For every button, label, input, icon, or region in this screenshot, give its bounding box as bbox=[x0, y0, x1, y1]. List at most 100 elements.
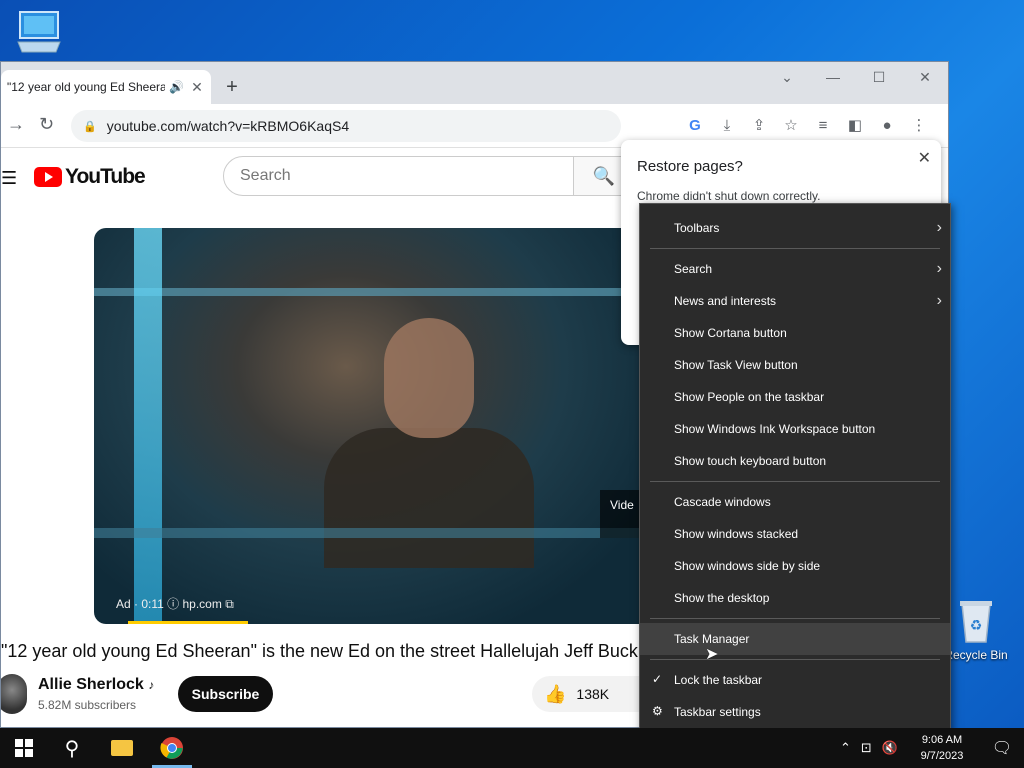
menu-item-cascade-windows[interactable]: Cascade windows bbox=[640, 486, 950, 518]
chevron-up-icon[interactable]: ⌃ bbox=[840, 740, 851, 756]
menu-separator bbox=[650, 248, 940, 249]
file-explorer-icon[interactable] bbox=[98, 728, 146, 768]
profile-icon[interactable]: ● bbox=[875, 112, 899, 138]
menu-item-show-touch-keyboard[interactable]: Show touch keyboard button bbox=[640, 445, 950, 477]
external-link-icon: ⧉ bbox=[225, 597, 234, 611]
taskbar-clock[interactable]: 9:06 AM 9/7/2023 bbox=[912, 732, 972, 764]
chevron-right-icon: › bbox=[936, 219, 942, 236]
menu-item-show-ink-workspace[interactable]: Show Windows Ink Workspace button bbox=[640, 413, 950, 445]
video-frame-shelf bbox=[94, 288, 654, 296]
channel-avatar[interactable] bbox=[1, 674, 27, 714]
media-control-icon[interactable]: ≡ bbox=[811, 112, 835, 138]
search-placeholder: Search bbox=[240, 167, 291, 184]
thumbs-up-icon: 👍 bbox=[544, 683, 567, 704]
network-icon[interactable]: ⊡ bbox=[861, 740, 872, 756]
install-icon[interactable]: ⤓ bbox=[715, 112, 739, 138]
window-controls: ⌄ — ☐ ✕ bbox=[764, 62, 948, 92]
speaker-icon[interactable]: 🔊 bbox=[169, 80, 185, 94]
chevron-right-icon: › bbox=[936, 260, 942, 277]
video-frame-person bbox=[324, 428, 534, 568]
subscriber-count: 5.82M subscribers bbox=[38, 698, 137, 712]
ad-domain-link[interactable]: hp.com bbox=[183, 597, 222, 611]
channel-row: Allie Sherlock ♪ 5.82M subscribers Subsc… bbox=[1, 672, 642, 716]
menu-item-show-people[interactable]: Show People on the taskbar bbox=[640, 381, 950, 413]
mouse-cursor-icon: ➤ bbox=[705, 646, 719, 663]
video-frame-shelf-lower bbox=[94, 528, 654, 538]
restore-dialog-title: Restore pages? bbox=[637, 158, 743, 175]
menu-item-windows-side-by-side[interactable]: Show windows side by side bbox=[640, 550, 950, 582]
menu-separator bbox=[650, 618, 940, 619]
tab-bar: "12 year old young Ed Sheeran" 🔊 ✕ + ⌄ —… bbox=[1, 62, 948, 104]
windows-logo-icon bbox=[15, 739, 33, 757]
taskbar: ⚲ ⌃ ⊡ 🔇 9:06 AM 9/7/2023 🗨 bbox=[0, 728, 1024, 768]
gear-icon: ⚙ bbox=[652, 704, 663, 718]
youtube-play-icon bbox=[34, 167, 62, 187]
google-icon[interactable]: G bbox=[683, 112, 707, 138]
ad-label: Ad · 0:11 bbox=[116, 597, 164, 611]
bookmark-star-icon[interactable]: ☆ bbox=[779, 112, 803, 138]
search-icon: 🔍 bbox=[592, 165, 616, 186]
youtube-logo[interactable]: YouTube bbox=[34, 165, 146, 189]
ad-progress-bar[interactable] bbox=[128, 621, 248, 624]
url-text: youtube.com/watch?v=kRBMO6KaqS4 bbox=[106, 118, 350, 134]
restore-dialog-message: Chrome didn't shut down correctly. bbox=[637, 189, 821, 203]
lock-icon[interactable]: 🔒 bbox=[83, 120, 97, 133]
tab-search-icon[interactable]: ⌄ bbox=[764, 62, 810, 92]
restore-dialog-close-icon[interactable]: ✕ bbox=[918, 148, 931, 168]
video-frame-light bbox=[134, 228, 162, 624]
skip-ad-button[interactable]: Vide bbox=[600, 490, 640, 538]
info-icon[interactable]: ⓘ bbox=[167, 597, 182, 611]
system-tray: ⌃ ⊡ 🔇 bbox=[840, 728, 898, 768]
checkmark-icon: ✓ bbox=[652, 672, 663, 686]
clock-time: 9:06 AM bbox=[921, 734, 963, 746]
chevron-right-icon: › bbox=[936, 292, 942, 309]
clock-date: 9/7/2023 bbox=[920, 750, 964, 762]
address-bar[interactable]: 🔒 youtube.com/watch?v=kRBMO6KaqS4 bbox=[71, 110, 621, 142]
video-title: "12 year old young Ed Sheeran" is the ne… bbox=[1, 641, 661, 661]
reload-icon[interactable]: ↻ bbox=[39, 114, 54, 135]
video-player[interactable]: Vide Ad · 0:11 ⓘ hp.com ⧉ bbox=[94, 228, 654, 624]
menu-item-lock-taskbar[interactable]: ✓ Lock the taskbar bbox=[640, 664, 950, 696]
menu-item-search[interactable]: Search › bbox=[640, 253, 950, 285]
video-frame-face bbox=[384, 318, 474, 438]
menu-item-show-task-view[interactable]: Show Task View button bbox=[640, 349, 950, 381]
menu-separator bbox=[650, 481, 940, 482]
menu-kebab-icon[interactable]: ⋮ bbox=[907, 112, 931, 138]
menu-item-toolbars[interactable]: Toolbars › bbox=[640, 212, 950, 244]
subscribe-button[interactable]: Subscribe bbox=[178, 676, 273, 712]
search-taskbar-icon[interactable]: ⚲ bbox=[48, 728, 96, 768]
menu-item-show-desktop[interactable]: Show the desktop bbox=[640, 582, 950, 614]
taskbar-context-menu: Toolbars › Search › News and interests › Sh… bbox=[639, 203, 951, 735]
channel-name[interactable]: Allie Sherlock ♪ bbox=[38, 676, 154, 694]
menu-item-task-manager[interactable]: Task Manager bbox=[640, 623, 950, 655]
menu-item-news-and-interests[interactable]: News and interests › bbox=[640, 285, 950, 317]
menu-item-windows-stacked[interactable]: Show windows stacked bbox=[640, 518, 950, 550]
forward-icon[interactable]: → bbox=[7, 114, 25, 135]
volume-muted-icon[interactable]: 🔇 bbox=[882, 740, 898, 756]
youtube-logo-text: YouTube bbox=[65, 165, 146, 188]
youtube-search-input[interactable]: Search bbox=[223, 156, 575, 196]
like-count: 138K bbox=[576, 686, 610, 702]
like-button[interactable]: 👍 138K bbox=[532, 676, 642, 712]
notification-center-icon[interactable]: 🗨 bbox=[980, 728, 1024, 768]
toolbar-icons: G ⤓ ⇪ ☆ ≡ ◧ ● ⋮ bbox=[683, 112, 931, 138]
new-tab-button[interactable]: + bbox=[219, 74, 245, 100]
chrome-taskbar-icon[interactable] bbox=[148, 728, 196, 768]
music-note-icon: ♪ bbox=[148, 678, 155, 692]
share-icon[interactable]: ⇪ bbox=[747, 112, 771, 138]
tab-close-icon[interactable]: ✕ bbox=[189, 79, 205, 96]
svg-text:♻: ♻ bbox=[970, 617, 983, 633]
menu-separator bbox=[650, 659, 940, 660]
browser-tab[interactable]: "12 year old young Ed Sheeran" 🔊 ✕ bbox=[1, 70, 211, 104]
tab-title: "12 year old young Ed Sheeran" bbox=[7, 80, 165, 94]
start-button[interactable] bbox=[0, 728, 48, 768]
menu-item-show-cortana[interactable]: Show Cortana button bbox=[640, 317, 950, 349]
maximize-button[interactable]: ☐ bbox=[856, 62, 902, 92]
side-panel-icon[interactable]: ◧ bbox=[843, 112, 867, 138]
this-pc-icon[interactable] bbox=[14, 8, 64, 56]
ad-info: Ad · 0:11 ⓘ hp.com ⧉ bbox=[116, 595, 234, 612]
minimize-button[interactable]: — bbox=[810, 62, 856, 92]
menu-item-taskbar-settings[interactable]: ⚙ Taskbar settings bbox=[640, 696, 950, 728]
close-window-button[interactable]: ✕ bbox=[902, 62, 948, 92]
hamburger-menu-icon[interactable]: ☰ bbox=[1, 168, 17, 189]
